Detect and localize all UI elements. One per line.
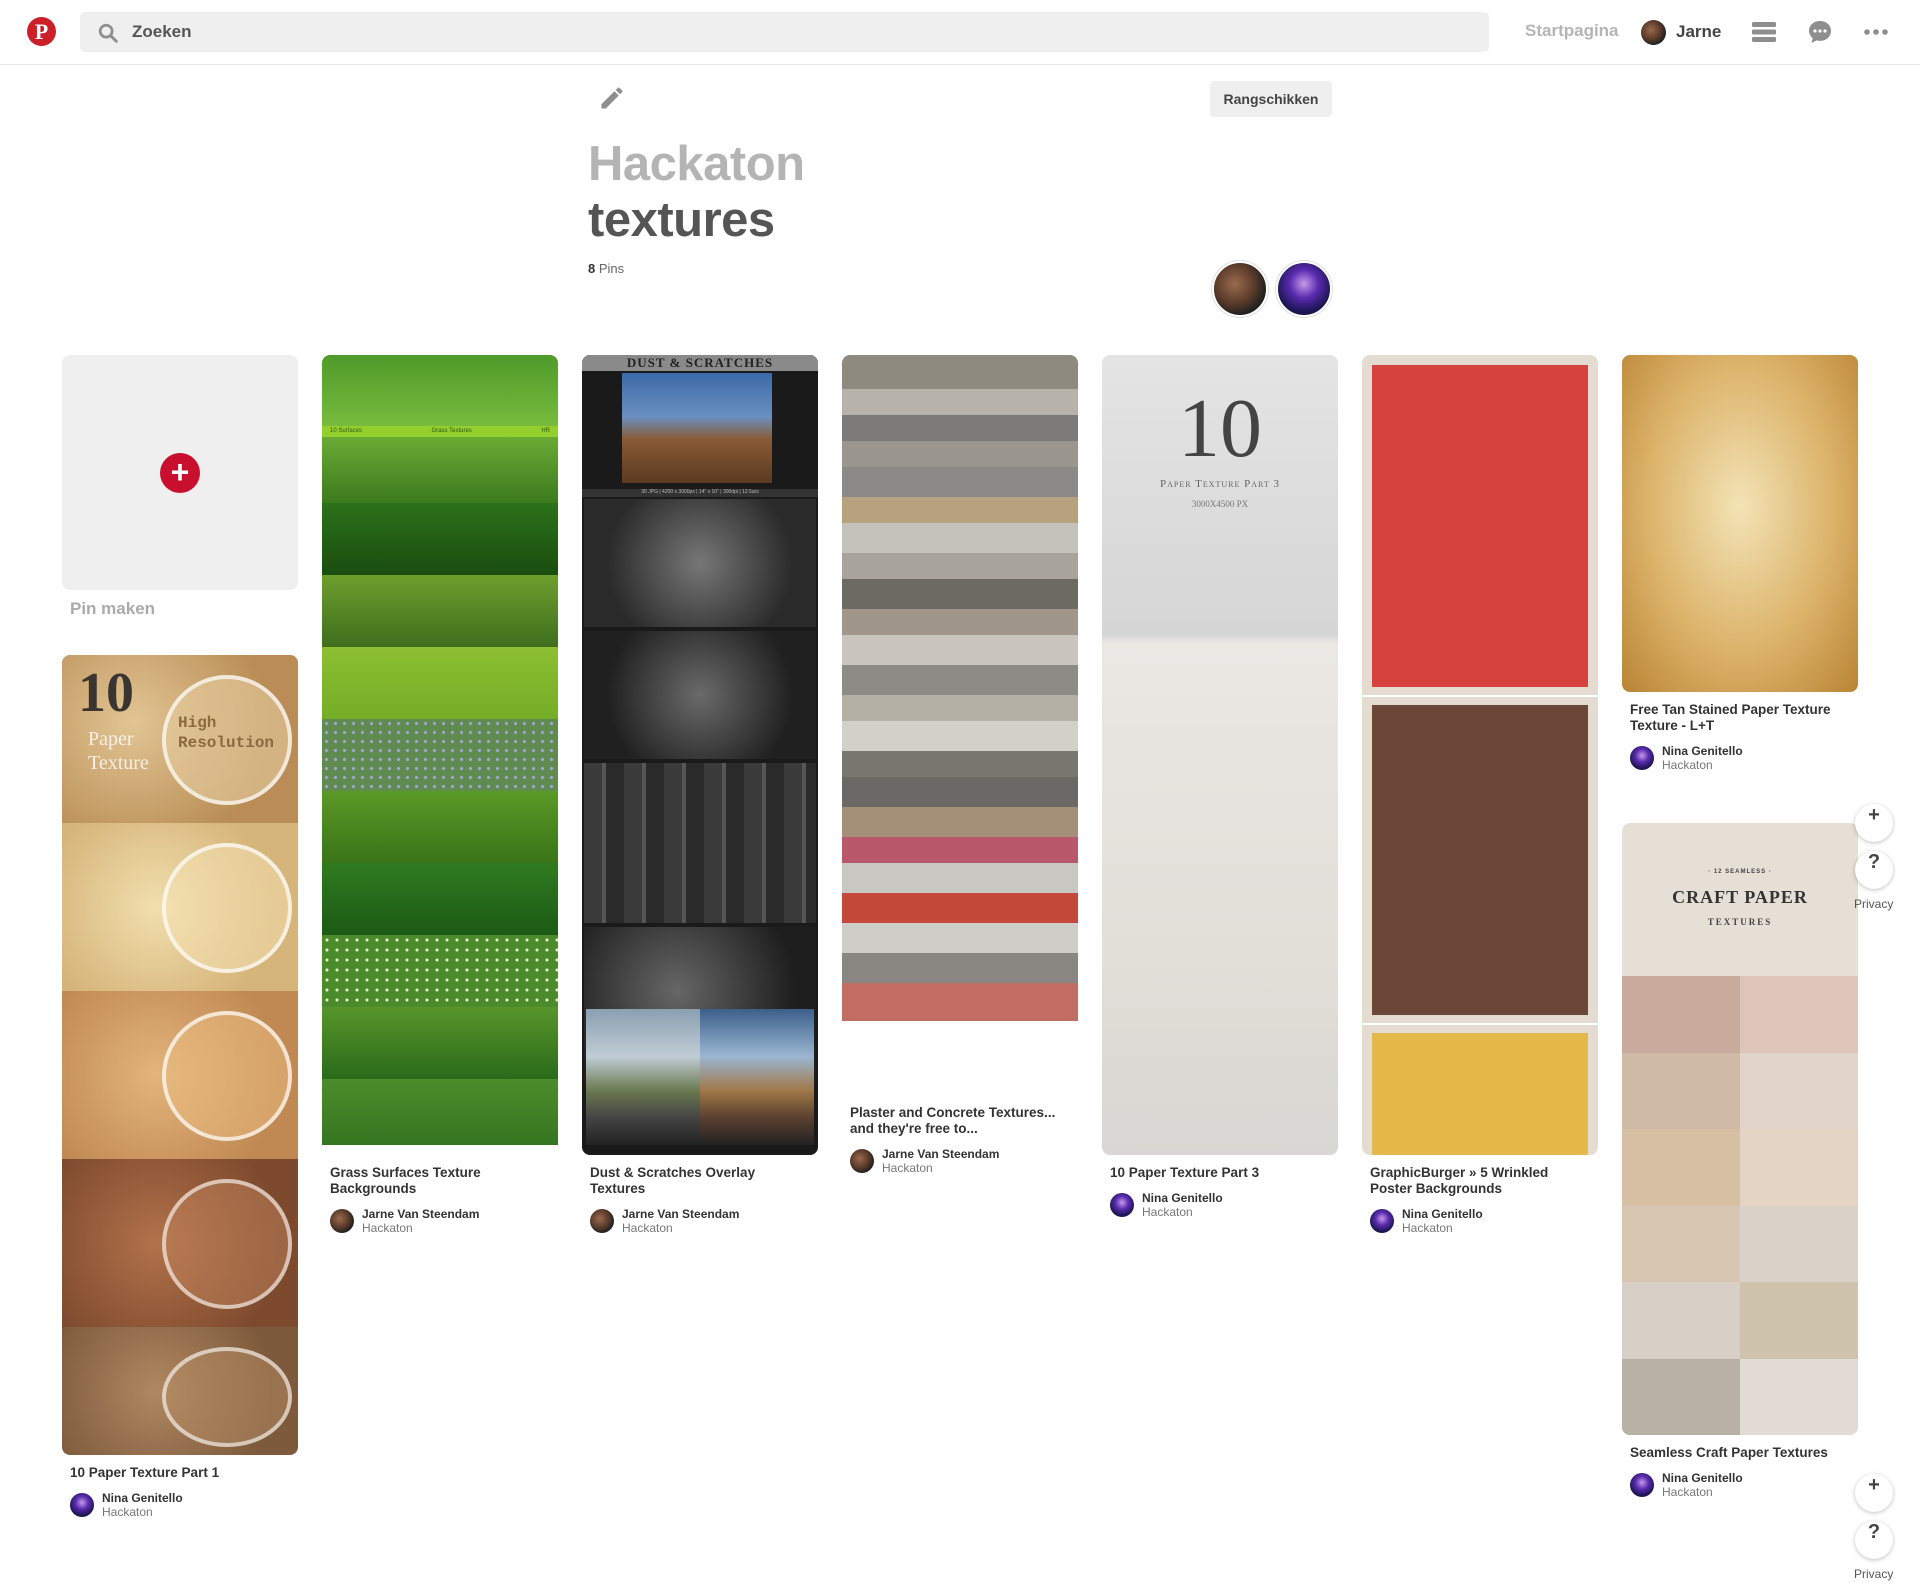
image-text: High Resolution xyxy=(178,714,275,752)
pin-card[interactable]: Plaster and Concrete Textures... and the… xyxy=(842,355,1078,1175)
image-text: 10 xyxy=(1178,382,1262,475)
pin-title[interactable]: Dust & Scratches Overlay Textures xyxy=(590,1165,810,1197)
add-pin-icon[interactable]: + xyxy=(160,453,200,493)
pinner-name: Nina Genitello xyxy=(1142,1191,1223,1205)
image-text: Paper Texture Part 3 xyxy=(1159,478,1281,490)
edit-board-icon[interactable] xyxy=(598,84,626,112)
image-text: CRAFT PAPER xyxy=(1672,887,1808,907)
board-name: Hackaton xyxy=(362,1221,413,1235)
image-text: · 12 SEAMLESS · xyxy=(1708,869,1772,875)
avatar xyxy=(1110,1193,1134,1217)
help-button[interactable]: ? xyxy=(1855,851,1893,889)
pin-attribution[interactable]: Nina Genitello Hackaton xyxy=(1630,1471,1850,1499)
board-name: Hackaton xyxy=(882,1161,933,1175)
pinner-name: Nina Genitello xyxy=(1662,744,1743,758)
board-title-line2: textures xyxy=(588,193,775,247)
menu-icon[interactable] xyxy=(1750,18,1778,46)
pinner-name: Nina Genitello xyxy=(1662,1471,1743,1485)
arrange-button[interactable]: Rangschikken xyxy=(1210,81,1332,117)
pin-attribution[interactable]: Nina Genitello Hackaton xyxy=(1630,744,1850,772)
collaborator-avatar[interactable] xyxy=(1212,261,1268,317)
search-icon xyxy=(98,23,118,43)
image-text: TEXTURES xyxy=(1707,917,1773,927)
pinner-name: Nina Genitello xyxy=(1402,1207,1483,1221)
privacy-link[interactable]: Privacy xyxy=(1854,897,1893,911)
pin-attribution[interactable]: Nina Genitello Hackaton xyxy=(1110,1191,1330,1219)
pin-card[interactable]: Free Tan Stained Paper Texture Texture -… xyxy=(1622,355,1858,772)
top-nav: P Zoeken Startpagina Jarne xyxy=(0,0,1920,65)
pin-title[interactable]: Seamless Craft Paper Textures xyxy=(1630,1445,1850,1461)
pin-title[interactable]: Grass Surfaces Texture Backgrounds xyxy=(330,1165,550,1197)
privacy-link[interactable]: Privacy xyxy=(1854,1567,1893,1581)
board-title-line1: Hackaton xyxy=(588,137,805,191)
search-placeholder: Zoeken xyxy=(132,22,192,41)
pin-image[interactable]: 10 Paper Texture High Resolution xyxy=(62,655,298,1455)
profile-link[interactable]: Jarne xyxy=(1641,18,1721,46)
pin-image[interactable]: 10 Surfaces Grass Textures HR xyxy=(322,355,558,1155)
image-text: DUST & SCRATCHES xyxy=(582,355,818,371)
pin-title[interactable]: 10 Paper Texture Part 3 xyxy=(1110,1165,1330,1181)
pin-image[interactable]: DUST & SCRATCHES 30 JPG | 4200 x 3000px … xyxy=(582,355,818,1155)
pin-title[interactable]: Plaster and Concrete Textures... and the… xyxy=(850,1105,1070,1137)
image-text: Paper Texture xyxy=(88,728,149,774)
avatar xyxy=(850,1149,874,1173)
avatar xyxy=(1641,19,1666,45)
avatar xyxy=(1370,1209,1394,1233)
avatar xyxy=(1630,746,1654,770)
image-text: 30 JPG | 4200 x 3000px | 14" x 10" | 300… xyxy=(582,489,818,497)
avatar xyxy=(330,1209,354,1233)
image-text: 3000X4500 PX xyxy=(1191,499,1249,509)
pin-card[interactable]: 10 Paper Texture Part 3 3000X4500 PX 10 … xyxy=(1102,355,1338,1219)
pin-image[interactable] xyxy=(1622,355,1858,692)
image-text: 10 xyxy=(78,662,134,724)
pin-title[interactable]: GraphicBurger » 5 Wrinkled Poster Backgr… xyxy=(1370,1165,1590,1197)
pin-attribution[interactable]: Jarne Van Steendam Hackaton xyxy=(330,1207,550,1235)
add-button[interactable]: + xyxy=(1855,804,1893,842)
pin-title[interactable]: 10 Paper Texture Part 1 xyxy=(70,1465,290,1481)
more-icon[interactable] xyxy=(1862,18,1890,46)
pin-card[interactable]: · 12 SEAMLESS · CRAFT PAPER TEXTURES Sea… xyxy=(1622,823,1858,1499)
pinner-name: Jarne Van Steendam xyxy=(882,1147,1000,1161)
pinterest-logo-icon[interactable]: P xyxy=(27,17,56,46)
pinner-name: Nina Genitello xyxy=(102,1491,183,1505)
pin-image[interactable] xyxy=(842,355,1078,1095)
home-link[interactable]: Startpagina xyxy=(1525,21,1619,41)
board-name: Hackaton xyxy=(1142,1205,1193,1219)
add-button[interactable]: + xyxy=(1855,1474,1893,1512)
pin-image[interactable]: 10 Paper Texture Part 3 3000X4500 PX xyxy=(1102,355,1338,1155)
image-text: 10 Surfaces Grass Textures HR xyxy=(322,426,558,437)
collaborator-avatar[interactable] xyxy=(1276,261,1332,317)
pin-card[interactable]: 10 Paper Texture High Resolution 10 Paper … xyxy=(62,655,298,1519)
pin-attribution[interactable]: Nina Genitello Hackaton xyxy=(70,1491,290,1519)
pin-attribution[interactable]: Jarne Van Steendam Hackaton xyxy=(590,1207,810,1235)
search-input[interactable]: Zoeken xyxy=(80,12,1489,52)
pin-count-number: 8 xyxy=(588,261,596,276)
pin-image[interactable]: · 12 SEAMLESS · CRAFT PAPER TEXTURES xyxy=(1622,823,1858,1435)
avatar xyxy=(70,1493,94,1517)
pin-card[interactable]: 10 Surfaces Grass Textures HR Grass Surfac… xyxy=(322,355,558,1235)
pin-attribution[interactable]: Jarne Van Steendam Hackaton xyxy=(850,1147,1070,1175)
pin-card[interactable]: GraphicBurger » 5 Wrinkled Poster Backgr… xyxy=(1362,355,1598,1235)
pin-attribution[interactable]: Nina Genitello Hackaton xyxy=(1370,1207,1590,1235)
pinner-name: Jarne Van Steendam xyxy=(362,1207,480,1221)
board-name: Hackaton xyxy=(1662,758,1713,772)
profile-name: Jarne xyxy=(1676,22,1722,41)
avatar xyxy=(590,1209,614,1233)
avatar xyxy=(1630,1473,1654,1497)
board-name: Hackaton xyxy=(622,1221,673,1235)
board-name: Hackaton xyxy=(1662,1485,1713,1499)
board-name: Hackaton xyxy=(102,1505,153,1519)
pin-count: 8 Pins xyxy=(588,261,624,276)
help-button[interactable]: ? xyxy=(1855,1521,1893,1559)
pin-image[interactable] xyxy=(1362,355,1598,1155)
pin-title[interactable]: Free Tan Stained Paper Texture Texture -… xyxy=(1630,702,1850,734)
pinner-name: Jarne Van Steendam xyxy=(622,1207,740,1221)
board-name: Hackaton xyxy=(1402,1221,1453,1235)
pin-card[interactable]: DUST & SCRATCHES 30 JPG | 4200 x 3000px … xyxy=(582,355,818,1235)
create-pin-tile[interactable]: + xyxy=(62,355,298,590)
messages-icon[interactable] xyxy=(1806,18,1834,46)
create-pin-label[interactable]: Pin maken xyxy=(70,599,155,619)
pin-count-label: Pins xyxy=(598,261,625,276)
